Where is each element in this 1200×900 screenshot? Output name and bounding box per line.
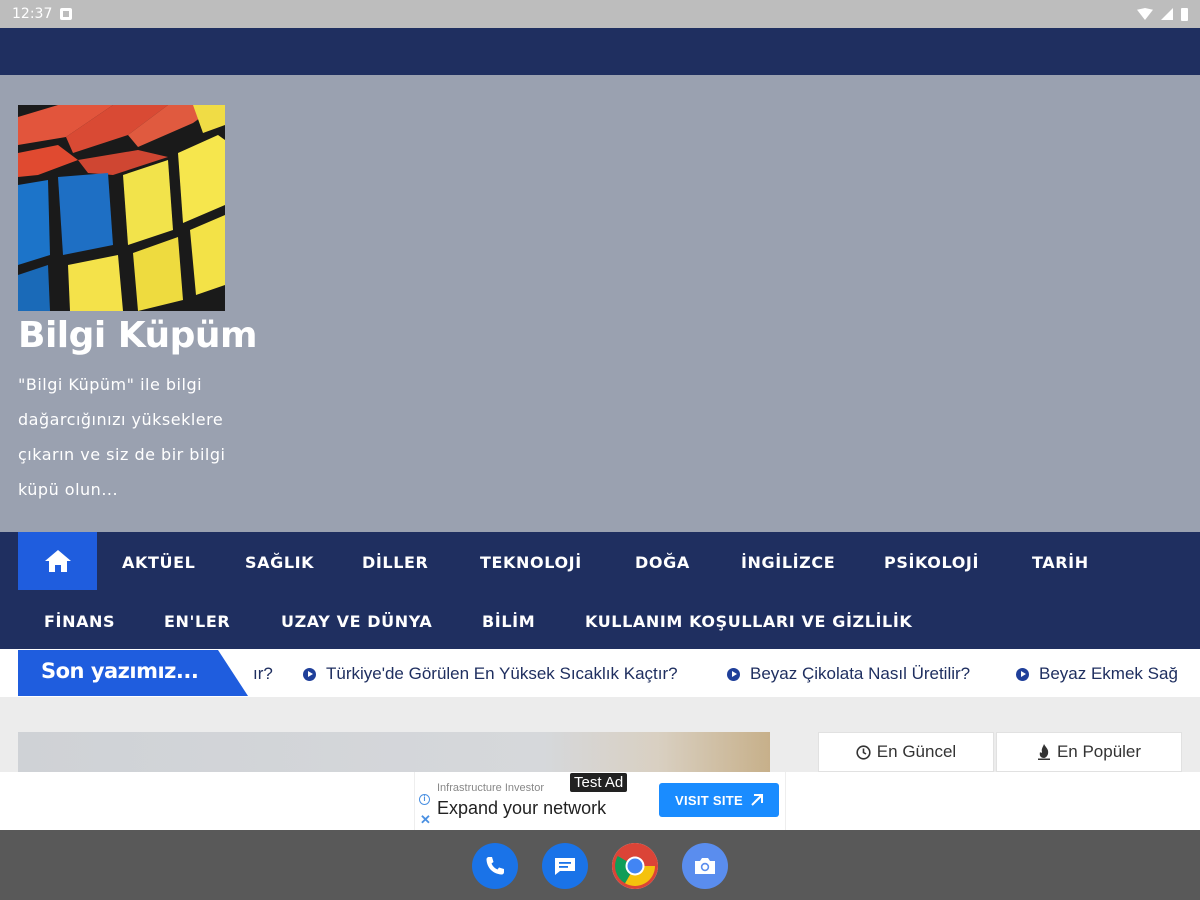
visit-site-label: VISIT SITE xyxy=(674,792,743,808)
ticker-item[interactable]: Beyaz Çikolata Nasıl Üretilir? xyxy=(727,664,970,684)
notification-icon xyxy=(60,8,73,20)
phone-app-icon[interactable] xyxy=(472,843,518,889)
ad-unit[interactable]: i ✕ Infrastructure Investor Expand your … xyxy=(414,772,786,830)
nav-item-doga[interactable]: DOĞA xyxy=(635,553,690,572)
chrome-icon xyxy=(612,843,658,889)
test-ad-badge: Test Ad xyxy=(570,773,628,792)
tab-label: En Popüler xyxy=(1056,742,1142,761)
main-navigation: AKTÜEL SAĞLIK DİLLER TEKNOLOJİ DOĞA İNGİ… xyxy=(0,532,1200,649)
camera-app-icon[interactable] xyxy=(682,843,728,889)
ad-info-icon[interactable]: i xyxy=(419,794,430,805)
nav-item-diller[interactable]: DİLLER xyxy=(362,553,428,572)
site-logo[interactable] xyxy=(18,105,225,311)
ticker-fragment[interactable]: ır? xyxy=(253,664,273,684)
nav-item-bilim[interactable]: BİLİM xyxy=(482,612,535,631)
ad-close-icon[interactable]: ✕ xyxy=(420,812,431,828)
phone-icon xyxy=(486,857,504,875)
nav-item-kullanim-kosullari[interactable]: KULLANIM KOŞULLARI VE GİZLİLİK xyxy=(585,612,912,631)
site-title[interactable]: Bilgi Küpüm xyxy=(18,315,258,356)
ticker-item[interactable]: Türkiye'de Görülen En Yüksek Sıcaklık Ka… xyxy=(303,664,678,684)
status-bar: 12:37 xyxy=(0,0,1200,28)
battery-icon xyxy=(1181,7,1188,21)
messages-app-icon[interactable] xyxy=(542,843,588,889)
message-icon xyxy=(555,858,575,875)
tab-en-populer[interactable]: En Popüler xyxy=(996,732,1182,772)
site-header: Bilgi Küpüm "Bilgi Küpüm" ile bilgi dağa… xyxy=(0,75,1200,532)
nav-item-aktuel[interactable]: AKTÜEL xyxy=(122,553,195,572)
ticker-item-text: Beyaz Ekmek Sağ xyxy=(1039,664,1178,683)
status-time: 12:37 xyxy=(12,6,53,22)
ad-advertiser: Infrastructure Investor xyxy=(437,782,544,794)
signal-icon xyxy=(1161,8,1173,20)
rubiks-cube-icon xyxy=(18,105,225,311)
ticker-item-text: Beyaz Çikolata Nasıl Üretilir? xyxy=(750,664,971,683)
nav-item-tarih[interactable]: TARİH xyxy=(1032,553,1089,572)
ticker-label: Son yazımız... xyxy=(18,650,248,696)
nav-item-ingilizce[interactable]: İNGİLİZCE xyxy=(741,553,835,572)
arrow-circle-icon xyxy=(727,667,740,681)
featured-post-image[interactable] xyxy=(18,732,770,772)
ad-headline: Expand your network xyxy=(437,798,607,818)
tab-label: En Güncel xyxy=(876,742,957,761)
nav-item-finans[interactable]: FİNANS xyxy=(44,612,115,631)
top-bar xyxy=(0,28,1200,75)
nav-item-psikoloji[interactable]: PSİKOLOJİ xyxy=(884,553,979,572)
ad-banner: i ✕ Infrastructure Investor Expand your … xyxy=(0,772,1200,830)
external-arrow-icon xyxy=(751,794,763,806)
tab-en-guncel[interactable]: En Güncel xyxy=(818,732,994,772)
wifi-icon xyxy=(1137,8,1153,20)
nav-item-saglik[interactable]: SAĞLIK xyxy=(245,553,314,572)
clock-icon xyxy=(856,744,871,760)
nav-item-enler[interactable]: EN'LER xyxy=(164,612,230,631)
ticker-item[interactable]: Beyaz Ekmek Sağ xyxy=(1016,664,1178,684)
home-icon xyxy=(44,550,71,572)
ticker-item-text: Türkiye'de Görülen En Yüksek Sıcaklık Ka… xyxy=(326,664,678,683)
visit-site-button[interactable]: VISIT SITE xyxy=(659,783,779,817)
app-dock xyxy=(0,830,1200,900)
arrow-circle-icon xyxy=(1016,667,1029,681)
nav-item-teknoloji[interactable]: TEKNOLOJİ xyxy=(480,553,582,572)
arrow-circle-icon xyxy=(303,667,316,681)
site-description: "Bilgi Küpüm" ile bilgi dağarcığınızı yü… xyxy=(18,375,226,499)
latest-posts-ticker: ır? Türkiye'de Görülen En Yüksek Sıcaklı… xyxy=(0,649,1200,697)
nav-item-uzay-ve-dunya[interactable]: UZAY VE DÜNYA xyxy=(281,612,432,631)
nav-home-button[interactable] xyxy=(18,532,97,590)
chrome-app-icon[interactable] xyxy=(612,843,658,889)
camera-icon xyxy=(695,858,715,874)
flame-icon xyxy=(1037,744,1050,760)
